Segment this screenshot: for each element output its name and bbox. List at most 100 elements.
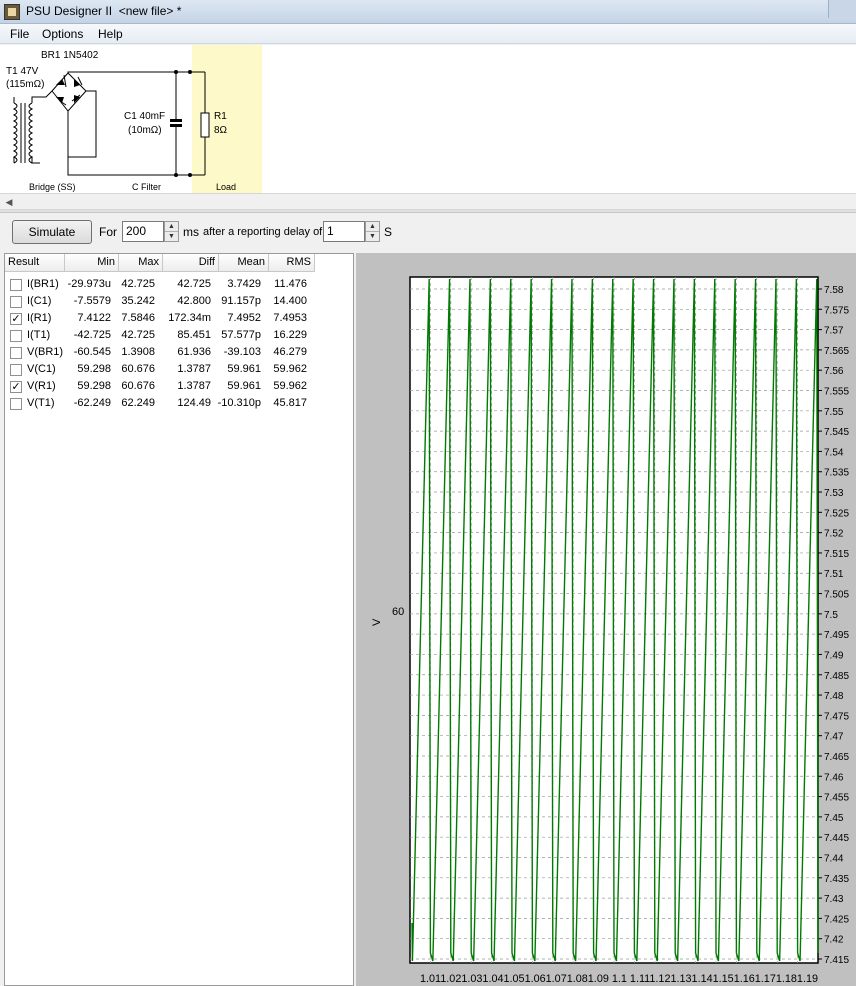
y-tick-label: 7.525 — [824, 508, 849, 519]
menu-file[interactable]: File — [10, 27, 29, 41]
seconds-label: S — [384, 225, 393, 239]
table-row[interactable]: I(T1) -42.725 42.725 85.451 57.577p 16.229 — [5, 327, 353, 344]
y-tick-label: 7.56 — [824, 366, 844, 377]
col-mean[interactable]: Mean — [219, 254, 269, 272]
y-tick-label: 7.515 — [824, 549, 849, 560]
y-tick-label: 7.47 — [824, 732, 844, 743]
spin-up-icon[interactable]: ▲ — [366, 222, 379, 232]
col-rms[interactable]: RMS — [269, 254, 315, 272]
menu-bar: File Options Help — [0, 24, 856, 44]
transformer-label: T1 47V — [6, 66, 39, 77]
result-name: V(C1) — [27, 363, 56, 375]
splitter[interactable] — [0, 210, 856, 213]
table-row[interactable]: V(BR1) -60.545 1.3908 61.936 -39.103 46.279 — [5, 344, 353, 361]
y-tick-label: 7.545 — [824, 427, 849, 438]
result-checkbox[interactable] — [10, 398, 22, 410]
y-tick-label: 7.55 — [824, 407, 844, 418]
cell-mean: 57.577p — [221, 329, 261, 341]
result-checkbox[interactable] — [10, 364, 22, 376]
result-checkbox[interactable] — [10, 296, 22, 308]
section-filter: C Filter — [132, 182, 161, 192]
table-row[interactable]: V(C1) 59.298 60.676 1.3787 59.961 59.962 — [5, 361, 353, 378]
result-name: V(BR1) — [27, 346, 64, 358]
cell-rms: 11.476 — [274, 278, 307, 290]
cell-max: 7.5846 — [121, 312, 155, 324]
table-row[interactable]: ✓ I(R1) 7.4122 7.5846 172.34m 7.4952 7.4953 — [5, 310, 353, 327]
result-name: I(T1) — [27, 329, 51, 341]
spin-down-icon[interactable]: ▼ — [165, 232, 178, 242]
menu-options[interactable]: Options — [42, 27, 83, 41]
cell-max: 1.3908 — [121, 346, 155, 358]
scroll-left-icon[interactable]: ◀ — [2, 195, 16, 209]
y-tick-label: 7.565 — [824, 346, 849, 357]
y-tick-label: 7.49 — [824, 650, 844, 661]
y-tick-label: 7.53 — [824, 488, 844, 499]
cell-min: -7.5579 — [73, 295, 111, 307]
spin-down-icon[interactable]: ▼ — [366, 232, 379, 242]
y-tick-label: 7.46 — [824, 772, 844, 783]
y-tick-label: 7.425 — [824, 914, 849, 925]
menu-help[interactable]: Help — [98, 27, 123, 41]
table-row[interactable]: I(BR1) -29.973u 42.725 42.725 3.7429 11.476 — [5, 276, 353, 293]
waveform-chart[interactable]: 7.58 7.575 7.57 7.565 7.56 7.555 7.55 7.545 7.54… — [356, 253, 856, 986]
spin-up-icon[interactable]: ▲ — [165, 222, 178, 232]
cell-mean: -10.310p — [217, 397, 261, 409]
y-tick-label: 7.535 — [824, 468, 849, 479]
y-tick-label: 7.445 — [824, 833, 849, 844]
table-row[interactable]: ✓ V(R1) 59.298 60.676 1.3787 59.961 59.962 — [5, 378, 353, 395]
load-value: 8Ω — [214, 125, 228, 136]
cell-mean: 91.157p — [221, 295, 261, 307]
for-label: For — [99, 225, 117, 239]
bridge-part-label: BR1 1N5402 — [41, 50, 99, 61]
delay-spinner[interactable]: ▲ ▼ — [365, 221, 380, 242]
cell-max: 60.676 — [121, 363, 155, 375]
y-tick-label: 7.435 — [824, 874, 849, 885]
horizontal-scrollbar[interactable]: ◀ — [0, 193, 856, 210]
cell-min: 59.298 — [77, 380, 111, 392]
cell-diff: 42.800 — [177, 295, 211, 307]
y-axis-label: V — [371, 618, 383, 626]
cell-rms: 14.400 — [273, 295, 307, 307]
app-icon[interactable] — [4, 4, 20, 20]
y-tick-label: 7.415 — [824, 955, 849, 966]
y-tick-label: 7.42 — [824, 935, 844, 946]
col-diff[interactable]: Diff — [163, 254, 219, 272]
delay-input[interactable]: 1 — [323, 221, 365, 242]
cell-diff: 61.936 — [177, 346, 211, 358]
cell-rms: 59.962 — [273, 363, 307, 375]
y-tick-label: 7.465 — [824, 752, 849, 763]
result-checkbox[interactable] — [10, 330, 22, 342]
transformer-resistance: (115mΩ) — [6, 79, 45, 90]
col-result[interactable]: Result — [5, 254, 65, 272]
y-left-tick-label: 60 — [392, 606, 404, 618]
cell-diff: 1.3787 — [177, 380, 211, 392]
duration-spinner[interactable]: ▲ ▼ — [164, 221, 179, 242]
duration-input[interactable]: 200 — [122, 221, 164, 242]
result-checkbox[interactable]: ✓ — [10, 381, 22, 393]
result-checkbox[interactable] — [10, 347, 22, 359]
y-tick-label: 7.5 — [824, 610, 838, 621]
cell-diff: 1.3787 — [177, 363, 211, 375]
result-checkbox[interactable]: ✓ — [10, 313, 22, 325]
result-name: V(R1) — [27, 380, 56, 392]
y-tick-label: 7.54 — [824, 447, 844, 458]
y-tick-label: 7.44 — [824, 853, 844, 864]
cell-diff: 85.451 — [177, 329, 211, 341]
y-tick-label: 7.485 — [824, 671, 849, 682]
results-table: Result Min Max Diff Mean RMS I(BR1) -29.9… — [4, 253, 354, 986]
table-row[interactable]: V(T1) -62.249 62.249 124.49 -10.310p 45.817 — [5, 395, 353, 412]
simulate-button[interactable]: Simulate — [12, 220, 92, 244]
window-controls[interactable] — [828, 0, 856, 18]
y-tick-label: 7.45 — [824, 813, 844, 824]
col-max[interactable]: Max — [119, 254, 163, 272]
col-min[interactable]: Min — [65, 254, 119, 272]
table-row[interactable]: I(C1) -7.5579 35.242 42.800 91.157p 14.400 — [5, 293, 353, 310]
cell-min: -29.973u — [67, 278, 111, 290]
x-tick-labels: 1.011.021.031.041.051.061.071.081.09 1.1… — [420, 973, 818, 985]
y-tick-label: 7.455 — [824, 793, 849, 804]
cell-rms: 7.4953 — [273, 312, 307, 324]
cell-rms: 45.817 — [273, 397, 307, 409]
y-tick-label: 7.555 — [824, 387, 849, 398]
y-tick-label: 7.58 — [824, 285, 844, 296]
result-checkbox[interactable] — [10, 279, 22, 291]
